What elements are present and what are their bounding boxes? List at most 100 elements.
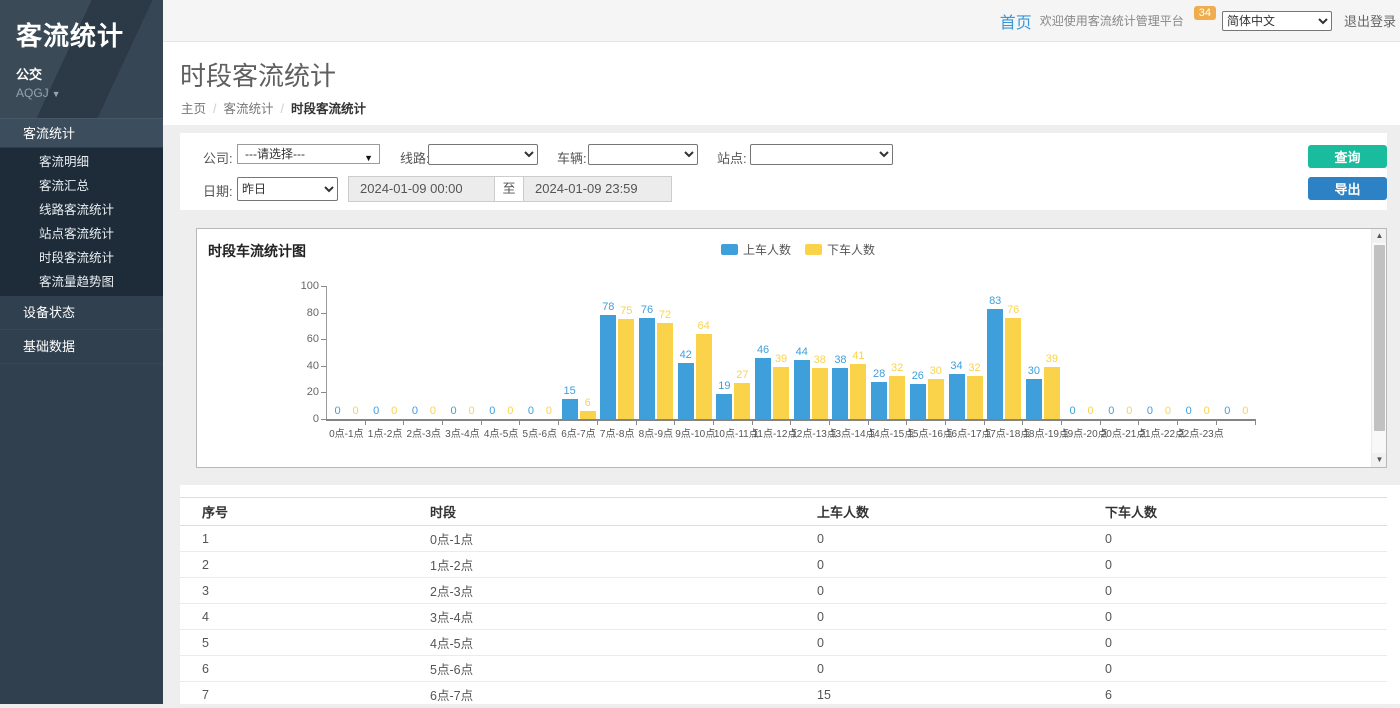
bar-value-label: 0	[1142, 405, 1158, 417]
sidebar-section-base-data[interactable]: 基础数据	[0, 330, 163, 364]
vehicle-select[interactable]	[588, 144, 698, 165]
sidebar-item-1[interactable]: 客流汇总	[0, 174, 163, 198]
sidebar-section-device-status[interactable]: 设备状态	[0, 296, 163, 330]
table-cell: 0	[1083, 630, 1387, 656]
sidebar-item-2[interactable]: 线路客流统计	[0, 198, 163, 222]
bar-group-14: 283214点-15点	[869, 286, 908, 419]
sidebar-item-4[interactable]: 时段客流统计	[0, 246, 163, 270]
bar-group-4: 004点-5点	[482, 286, 521, 419]
table-cell: 0	[1083, 656, 1387, 682]
bar-boarding	[949, 374, 965, 419]
y-tick-label: 0	[293, 413, 319, 425]
bar-group-12: 443812点-13点	[791, 286, 830, 419]
bar-group-0: 000点-1点	[327, 286, 366, 419]
home-link[interactable]: 首页	[1000, 9, 1032, 33]
logout-link[interactable]: 退出登录	[1344, 11, 1396, 30]
sidebar: 客流统计 公交 AQGJ▼ 客流统计 客流明细客流汇总线路客流统计站点客流统计时…	[0, 0, 163, 704]
query-button[interactable]: 查询	[1308, 145, 1387, 168]
bar-value-label: 72	[657, 309, 673, 321]
y-tick-label: 20	[293, 386, 319, 398]
bar-value-label: 0	[464, 405, 480, 417]
table-cell: 0	[1083, 578, 1387, 604]
bar-value-label: 41	[850, 350, 866, 362]
breadcrumb-separator: /	[213, 102, 216, 116]
table-row: 65点-6点00	[180, 656, 1387, 682]
x-axis-label: 6点-7点	[559, 425, 598, 440]
breadcrumb-parent[interactable]: 客流统计	[224, 102, 274, 116]
bar-value-label: 83	[987, 295, 1003, 307]
table-header-cell: 时段	[408, 498, 795, 526]
bar-alighting	[1005, 318, 1021, 419]
scroll-down-arrow-icon[interactable]: ▼	[1372, 453, 1387, 467]
date-preset-select[interactable]: 昨日	[237, 177, 338, 201]
x-axis-label: 11点-12点	[753, 425, 792, 440]
bar-value-label: 75	[618, 305, 634, 317]
table-header-cell: 下车人数	[1083, 498, 1387, 526]
x-axis-label: 22点-23点	[1178, 425, 1217, 440]
bar-value-label: 0	[1103, 405, 1119, 417]
caret-down-icon: ▼	[52, 89, 61, 99]
bar-alighting	[812, 368, 828, 419]
table-cell: 0	[795, 526, 1083, 552]
bar-group-6: 1566点-7点	[559, 286, 598, 419]
bar-value-label: 6	[580, 397, 596, 409]
x-axis-label: 21点-22点	[1139, 425, 1178, 440]
sidebar-section-passenger-stats[interactable]: 客流统计	[0, 118, 163, 148]
sidebar-item-3[interactable]: 站点客流统计	[0, 222, 163, 246]
bar-boarding	[1026, 379, 1042, 419]
chart-panel: 时段车流统计图 上车人数 下车人数 000点-1点001点-2点002点-3点0…	[196, 228, 1387, 468]
language-select[interactable]: 简体中文	[1222, 11, 1332, 31]
bar-value-label: 46	[755, 344, 771, 356]
bar-value-label: 0	[502, 405, 518, 417]
table-cell: 6	[180, 656, 408, 682]
x-axis-label: 10点-11点	[714, 425, 753, 440]
date-to-input[interactable]: 2024-01-09 23:59	[523, 176, 672, 202]
table-row: 10点-1点00	[180, 526, 1387, 552]
table-cell: 0	[795, 656, 1083, 682]
vehicle-label: 车辆:	[557, 148, 587, 167]
bar-group-7: 78757点-8点	[598, 286, 637, 419]
bar-value-label: 30	[928, 365, 944, 377]
x-axis-label: 14点-15点	[869, 425, 908, 440]
hourly-stats-table: 序号时段上车人数下车人数 10点-1点0021点-2点0032点-3点0043点…	[180, 497, 1387, 708]
bar-boarding	[910, 384, 926, 419]
export-button[interactable]: 导出	[1308, 177, 1387, 200]
y-tick-label: 60	[293, 333, 319, 345]
bar-group-11: 463911点-12点	[753, 286, 792, 419]
table-cell: 0	[1083, 552, 1387, 578]
company-select[interactable]: ---请选择--- ▼	[237, 144, 380, 164]
bar-value-label: 44	[794, 346, 810, 358]
notification-badge[interactable]: 34	[1194, 6, 1216, 20]
breadcrumb-home[interactable]: 主页	[181, 102, 206, 116]
scroll-up-arrow-icon[interactable]: ▲	[1372, 229, 1387, 243]
bar-value-label: 39	[773, 353, 789, 365]
bar-alighting	[773, 367, 789, 419]
bar-value-label: 34	[949, 360, 965, 372]
org-code-dropdown[interactable]: AQGJ▼	[16, 86, 163, 100]
x-axis-label: 13点-14点	[830, 425, 869, 440]
line-select[interactable]	[428, 144, 538, 165]
x-axis-label: 3点-4点	[443, 425, 482, 440]
sidebar-item-0[interactable]: 客流明细	[0, 150, 163, 174]
date-from-input[interactable]: 2024-01-09 00:00	[348, 176, 495, 202]
table-cell: 0	[795, 578, 1083, 604]
bar-value-label: 0	[446, 405, 462, 417]
y-tick-label: 100	[293, 280, 319, 292]
sidebar-submenu: 客流明细客流汇总线路客流统计站点客流统计时段客流统计客流量趋势图	[0, 148, 163, 296]
bar-value-label: 0	[1199, 405, 1215, 417]
station-select[interactable]	[750, 144, 893, 165]
sidebar-item-5[interactable]: 客流量趋势图	[0, 270, 163, 294]
bar-value-label: 27	[734, 369, 750, 381]
x-axis-label: 5点-6点	[520, 425, 559, 440]
bar-boarding	[987, 309, 1003, 419]
table-cell: 1点-2点	[408, 552, 795, 578]
table-body: 10点-1点0021点-2点0032点-3点0043点-4点0054点-5点00…	[180, 526, 1387, 708]
bar-value-label: 32	[967, 362, 983, 374]
y-tick-mark	[321, 286, 326, 287]
bar-group-17: 837617点-18点	[985, 286, 1024, 419]
bar-alighting	[967, 376, 983, 419]
table-cell: 0点-1点	[408, 526, 795, 552]
org-name: 公交	[16, 64, 163, 83]
scrollbar-thumb[interactable]	[1374, 245, 1385, 431]
bar-value-label: 0	[1181, 405, 1197, 417]
